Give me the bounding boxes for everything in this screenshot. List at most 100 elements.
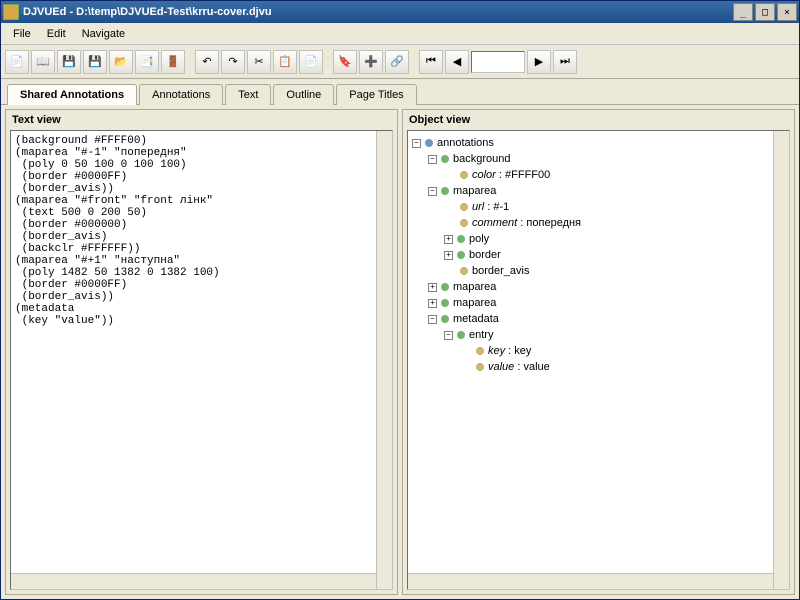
tree-node-maparea-1[interactable]: − maparea [412, 183, 785, 199]
collapse-icon[interactable]: − [428, 315, 437, 324]
next-page-button[interactable]: ▶ [527, 50, 551, 74]
copy-button[interactable]: 📋 [273, 50, 297, 74]
node-icon [441, 299, 449, 307]
window-title: DJVUEd - D:\temp\DJVUEd-Test\krru-cover.… [23, 6, 731, 18]
expand-icon[interactable]: + [444, 235, 453, 244]
node-icon [425, 139, 433, 147]
tree-node-poly[interactable]: + poly [412, 231, 785, 247]
leaf-icon [476, 363, 484, 371]
close-button[interactable]: × [777, 3, 797, 21]
copy-icon: 📋 [278, 55, 292, 68]
plus-icon: ➕ [364, 55, 378, 68]
text-scroll-h[interactable] [11, 573, 376, 589]
tree-node-metadata[interactable]: − metadata [412, 311, 785, 327]
collapse-icon[interactable]: − [444, 331, 453, 340]
expand-icon[interactable]: + [428, 299, 437, 308]
tree-node-annotations[interactable]: − annotations [412, 135, 785, 151]
tree-leaf-url[interactable]: url : #-1 [412, 199, 785, 215]
paste-button[interactable]: 📄 [299, 50, 323, 74]
collapse-icon[interactable]: − [428, 187, 437, 196]
undo-button[interactable]: ↶ [195, 50, 219, 74]
prev-icon: ◀ [453, 55, 461, 68]
minimize-button[interactable]: _ [733, 3, 753, 21]
tab-text[interactable]: Text [225, 84, 271, 105]
new-button[interactable]: 📄 [5, 50, 29, 74]
leaf-icon [460, 203, 468, 211]
tree-leaf-border-avis[interactable]: border_avis [412, 263, 785, 279]
first-icon: ⏮ [426, 55, 436, 68]
node-icon [441, 315, 449, 323]
tree-leaf-color[interactable]: color : #FFFF00 [412, 167, 785, 183]
door-icon: 🚪 [166, 55, 180, 68]
tab-outline[interactable]: Outline [273, 84, 334, 105]
folder-icon: 📂 [114, 55, 128, 68]
tree-scroll-v[interactable] [773, 131, 789, 589]
save-button[interactable]: 💾 [57, 50, 81, 74]
menu-navigate[interactable]: Navigate [74, 26, 133, 42]
maximize-button[interactable]: □ [755, 3, 775, 21]
paste-icon: 📄 [304, 55, 318, 68]
link-button[interactable]: 🔗 [385, 50, 409, 74]
text-view-content[interactable]: (background #FFFF00) (maparea "#-1" "поп… [10, 130, 393, 590]
tree-node-entry[interactable]: − entry [412, 327, 785, 343]
titlebar: DJVUEd - D:\temp\DJVUEd-Test\krru-cover.… [1, 1, 799, 23]
tree-scroll-h[interactable] [408, 573, 773, 589]
node-icon [457, 331, 465, 339]
text-view-editor[interactable]: (background #FFFF00) (maparea "#-1" "поп… [11, 131, 392, 331]
object-view-header: Object view [403, 110, 794, 130]
cut-icon: ✂ [254, 55, 263, 68]
collapse-icon[interactable]: − [412, 139, 421, 148]
redo-button[interactable]: ↷ [221, 50, 245, 74]
tabstrip: Shared Annotations Annotations Text Outl… [1, 79, 799, 105]
page-input[interactable] [471, 51, 525, 73]
mark-button[interactable]: 🔖 [333, 50, 357, 74]
text-view-pane: Text view (background #FFFF00) (maparea … [5, 109, 398, 595]
object-view-content[interactable]: − annotations − background color : #FFFF… [407, 130, 790, 590]
last-page-button[interactable]: ⏭ [553, 50, 577, 74]
tree-node-maparea-2[interactable]: + maparea [412, 279, 785, 295]
tab-annotations[interactable]: Annotations [139, 84, 223, 105]
redo-icon: ↷ [228, 55, 237, 68]
tree-leaf-key[interactable]: key : key [412, 343, 785, 359]
body: Text view (background #FFFF00) (maparea … [1, 105, 799, 599]
object-tree[interactable]: − annotations − background color : #FFFF… [408, 131, 789, 379]
leaf-icon [476, 347, 484, 355]
book-icon: 📖 [36, 55, 50, 68]
leaf-icon [460, 171, 468, 179]
menubar: File Edit Navigate [1, 23, 799, 45]
tree-node-border[interactable]: + border [412, 247, 785, 263]
copy-doc-button[interactable]: 📑 [135, 50, 159, 74]
tree-node-background[interactable]: − background [412, 151, 785, 167]
add-button[interactable]: ➕ [359, 50, 383, 74]
expand-icon[interactable]: + [428, 283, 437, 292]
node-icon [441, 187, 449, 195]
tab-page-titles[interactable]: Page Titles [336, 84, 416, 105]
tab-shared-annotations[interactable]: Shared Annotations [7, 84, 137, 105]
cut-button[interactable]: ✂ [247, 50, 271, 74]
text-scroll-v[interactable] [376, 131, 392, 589]
first-page-button[interactable]: ⏮ [419, 50, 443, 74]
save-as-button[interactable]: 💾 [83, 50, 107, 74]
prev-page-button[interactable]: ◀ [445, 50, 469, 74]
last-icon: ⏭ [560, 55, 570, 68]
expand-icon[interactable]: + [444, 251, 453, 260]
link-icon: 🔗 [390, 55, 404, 68]
leaf-icon [460, 219, 468, 227]
tree-node-maparea-3[interactable]: + maparea [412, 295, 785, 311]
exit-button[interactable]: 🚪 [161, 50, 185, 74]
menu-edit[interactable]: Edit [39, 26, 74, 42]
flag-icon: 🔖 [338, 55, 352, 68]
app-window: DJVUEd - D:\temp\DJVUEd-Test\krru-cover.… [0, 0, 800, 600]
tree-leaf-value[interactable]: value : value [412, 359, 785, 375]
copy-doc-icon: 📑 [140, 55, 154, 68]
menu-file[interactable]: File [5, 26, 39, 42]
tree-leaf-comment[interactable]: comment : попередня [412, 215, 785, 231]
node-icon [457, 235, 465, 243]
open-button[interactable]: 📖 [31, 50, 55, 74]
toolbar: 📄 📖 💾 💾 📂 📑 🚪 ↶ ↷ ✂ 📋 📄 🔖 ➕ 🔗 ⏮ ◀ ▶ ⏭ [1, 45, 799, 79]
next-icon: ▶ [535, 55, 543, 68]
open-folder-button[interactable]: 📂 [109, 50, 133, 74]
collapse-icon[interactable]: − [428, 155, 437, 164]
undo-icon: ↶ [202, 55, 211, 68]
node-icon [441, 155, 449, 163]
